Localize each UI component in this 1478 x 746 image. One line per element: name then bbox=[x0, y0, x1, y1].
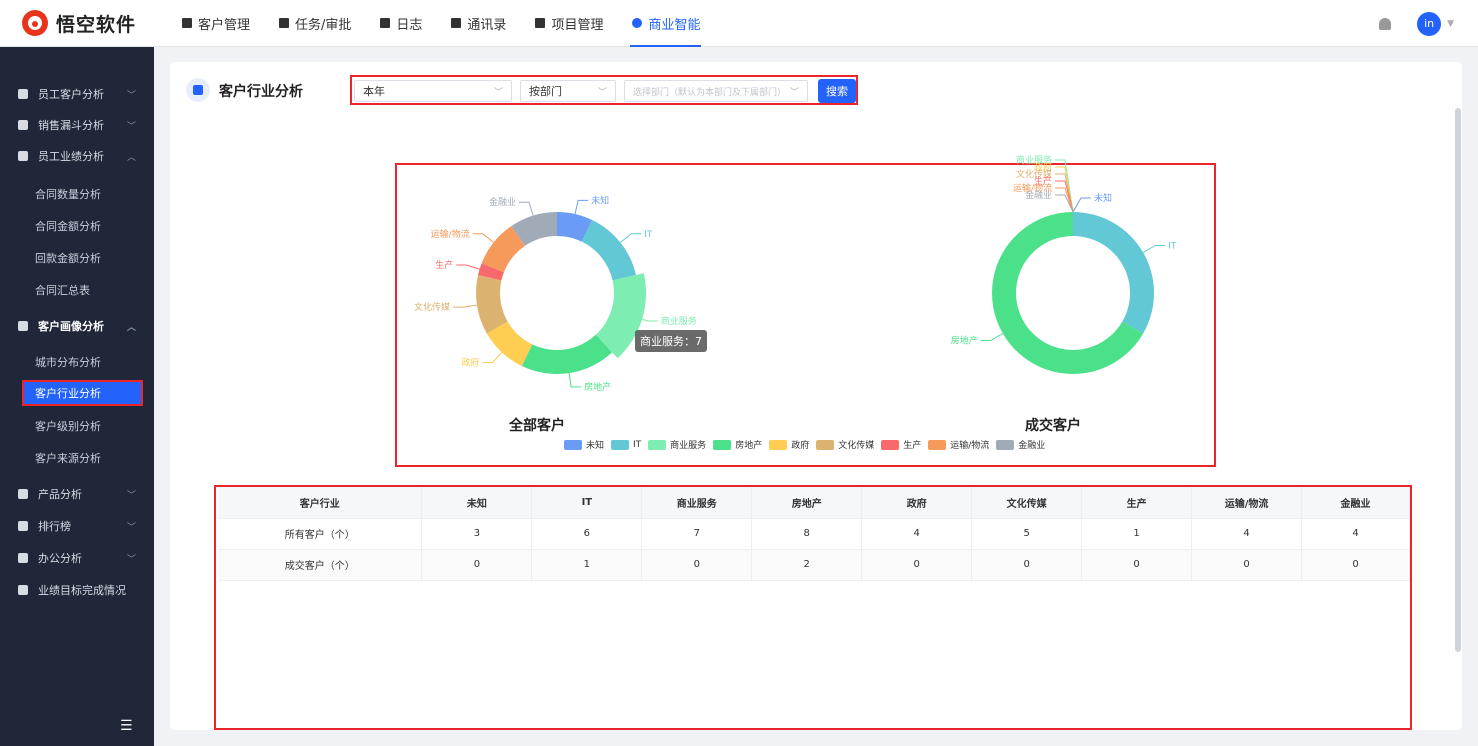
table-header-cell: 商业服务 bbox=[641, 487, 753, 519]
table-header-cell: 未知 bbox=[421, 487, 533, 519]
table-body: 所有客户（个） 3 6 7 8 4 5 1 4 4 成交客户（个） 0 1 0 2 0 0 0 0 0 bbox=[218, 518, 1410, 581]
table-header-cell: 生产 bbox=[1081, 487, 1193, 519]
table-row: 成交客户（个） 0 1 0 2 0 0 0 0 0 bbox=[218, 549, 1410, 581]
legend-item[interactable]: 政府 bbox=[769, 438, 809, 451]
table-header-cell: 房地产 bbox=[751, 487, 863, 519]
legend-label: 金融业 bbox=[1018, 441, 1046, 451]
legend-item[interactable]: 金融业 bbox=[996, 438, 1045, 451]
legend-swatch bbox=[611, 439, 630, 450]
slice-label: 金融业 bbox=[1025, 189, 1052, 201]
table-header-cell: 客户行业 bbox=[218, 487, 423, 519]
table-cell: 0 bbox=[641, 549, 753, 581]
legend-swatch bbox=[713, 439, 732, 450]
table-cell: 5 bbox=[971, 518, 1083, 550]
table-cell: 1 bbox=[1081, 518, 1193, 550]
industry-table: 客户行业 未知 IT 商业服务 房地产 政府 文化传媒 生产 运输/物流 金融业 所有客户（个） 3… bbox=[218, 487, 1410, 581]
slice-label: IT bbox=[644, 230, 653, 240]
slice-label: 运输/物流 bbox=[431, 228, 470, 240]
legend-swatch bbox=[928, 439, 947, 450]
table-header-cell: IT bbox=[531, 487, 643, 519]
chart-legend: 未知 IT 商业服务 房地产 政府 文化传媒 生产 运输/物流 金融业 bbox=[564, 438, 1052, 451]
table-cell: 4 bbox=[1301, 518, 1410, 550]
table-cell: 0 bbox=[1081, 549, 1193, 581]
slice-label: 金融业 bbox=[489, 196, 516, 208]
label-line bbox=[482, 352, 503, 364]
legend-swatch bbox=[881, 439, 900, 450]
table-cell: 4 bbox=[1191, 518, 1303, 550]
pie-slice bbox=[581, 220, 636, 281]
legend-swatch bbox=[564, 439, 582, 450]
table-cell: 1 bbox=[531, 549, 643, 581]
table-cell: 0 bbox=[421, 549, 533, 581]
table-cell: 0 bbox=[1191, 549, 1303, 581]
legend-item[interactable]: 文化传媒 bbox=[816, 438, 874, 451]
legend-item[interactable]: IT bbox=[611, 439, 642, 450]
legend-label: 生产 bbox=[903, 441, 922, 451]
legend-swatch bbox=[648, 439, 667, 450]
label-line bbox=[1142, 245, 1166, 253]
label-line bbox=[518, 201, 534, 216]
chart-title: 成交客户 bbox=[1025, 417, 1081, 434]
chart-tooltip: 商业服务：7 bbox=[635, 330, 707, 352]
slice-label: 政府 bbox=[461, 357, 479, 369]
table-header-row: 客户行业 未知 IT 商业服务 房地产 政府 文化传媒 生产 运输/物流 金融业 bbox=[218, 487, 1410, 519]
table-cell: 3 bbox=[421, 518, 533, 550]
slice-label: 房地产 bbox=[584, 381, 611, 393]
legend-item[interactable]: 生产 bbox=[881, 438, 921, 451]
slice-label: 生产 bbox=[435, 259, 453, 271]
legend-item[interactable]: 运输/物流 bbox=[928, 438, 989, 451]
table-header-cell: 文化传媒 bbox=[971, 487, 1083, 519]
label-line bbox=[568, 373, 582, 388]
legend-swatch bbox=[816, 439, 835, 450]
table-cell: 0 bbox=[1301, 549, 1410, 581]
table-header-cell: 金融业 bbox=[1301, 487, 1410, 519]
slice-label: 文化传媒 bbox=[414, 301, 450, 313]
slice-label: 商业服务 bbox=[661, 315, 697, 327]
chart-title: 全部客户 bbox=[508, 417, 565, 434]
row-label: 成交客户（个） bbox=[218, 549, 423, 581]
legend-item[interactable]: 未知 bbox=[564, 438, 604, 451]
slice-label: 房地产 bbox=[951, 335, 978, 347]
table-cell: 8 bbox=[751, 518, 863, 550]
legend-label: 未知 bbox=[586, 441, 605, 451]
legend-item[interactable]: 商业服务 bbox=[648, 438, 706, 451]
pie-slice bbox=[1073, 212, 1154, 334]
legend-label: 政府 bbox=[791, 441, 810, 451]
table-cell: 0 bbox=[971, 549, 1083, 581]
label-line bbox=[620, 233, 642, 243]
legend-label: IT bbox=[633, 439, 642, 450]
legend-label: 房地产 bbox=[735, 441, 763, 451]
legend-swatch bbox=[769, 439, 788, 450]
slice-label: 未知 bbox=[1094, 192, 1112, 204]
table-cell: 7 bbox=[641, 518, 753, 550]
legend-label: 商业服务 bbox=[670, 441, 707, 451]
table-cell: 4 bbox=[861, 518, 973, 550]
label-line bbox=[453, 304, 477, 308]
label-line bbox=[456, 264, 480, 270]
table-cell: 0 bbox=[861, 549, 973, 581]
slice-label: 未知 bbox=[591, 194, 609, 206]
table-header-cell: 政府 bbox=[861, 487, 973, 519]
legend-swatch bbox=[996, 439, 1015, 450]
table-row: 所有客户（个） 3 6 7 8 4 5 1 4 4 bbox=[218, 518, 1410, 550]
table-cell: 6 bbox=[531, 518, 643, 550]
legend-label: 运输/物流 bbox=[950, 441, 990, 451]
label-line bbox=[472, 233, 494, 243]
legend-item[interactable]: 房地产 bbox=[713, 438, 762, 451]
label-line bbox=[574, 199, 589, 215]
row-label: 所有客户（个） bbox=[218, 518, 423, 550]
table-header-cell: 运输/物流 bbox=[1191, 487, 1303, 519]
label-line bbox=[1072, 197, 1091, 213]
pie-slice bbox=[521, 334, 613, 374]
slice-label: IT bbox=[1168, 242, 1177, 252]
legend-label: 文化传媒 bbox=[838, 441, 875, 451]
label-line bbox=[980, 333, 1004, 341]
table-cell: 2 bbox=[751, 549, 863, 581]
